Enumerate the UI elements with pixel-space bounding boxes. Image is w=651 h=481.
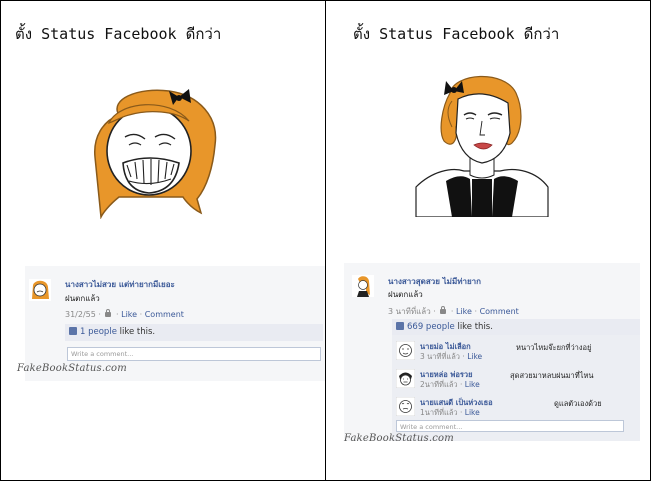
comment-input[interactable]: Write a comment... <box>67 347 321 361</box>
post-meta: 31/2/55 · · Like · Comment <box>65 309 184 319</box>
post-meta: 3 นาทีที่แล้ว · · Like · Comment <box>388 306 519 316</box>
comment-time: 1นาทีที่แล้ว <box>420 408 458 417</box>
panel-title: ตั้ง Status Facebook ดีกว่า <box>15 25 222 43</box>
likes-summary: 669 people like this. <box>392 319 640 335</box>
thumbs-up-icon <box>396 322 404 330</box>
comment-text: ดูแลตัวเองด้วย <box>554 399 602 408</box>
avatar[interactable] <box>29 279 51 301</box>
likes-suffix: like this. <box>457 322 493 332</box>
comment-like-link[interactable]: Like <box>465 380 480 389</box>
comment-item: นายม่อ ไม่เลือก 3 นาทีที่แล้ว · Like หนา… <box>392 339 640 363</box>
commenter-avatar[interactable] <box>396 397 415 416</box>
commenter-avatar[interactable] <box>396 369 415 388</box>
comment-meta: 1นาทีที่แล้ว · Like <box>420 408 480 417</box>
comment-like-link[interactable]: Like <box>467 352 482 361</box>
lock-icon <box>105 309 112 317</box>
rage-face-illustration <box>94 89 217 219</box>
watermark: FakeBookStatus.com <box>344 433 454 444</box>
likes-count[interactable]: 669 people <box>407 322 455 332</box>
comment-text: หนาวไหมจ๊ะยกที่ว่างอยู่ <box>516 343 592 352</box>
avatar[interactable] <box>352 275 374 297</box>
commenter-avatar[interactable] <box>396 341 415 360</box>
facebook-post-card: นางสาวสุดสวย ไม่มีท่ายาก ฝนตกแล้ว 3 นาที… <box>344 263 640 441</box>
comment-item: นายหล่อ พ่อรวย 2นาทีที่แล้ว · Like สุดสว… <box>392 367 640 391</box>
post-date: 3 นาทีที่แล้ว <box>388 307 431 316</box>
watermark: FakeBookStatus.com <box>17 363 127 374</box>
comment-time: 3 นาทีที่แล้ว <box>420 352 461 361</box>
like-link[interactable]: Like <box>121 310 137 319</box>
comment-time: 2นาทีที่แล้ว <box>420 380 458 389</box>
woman-illustration <box>415 75 549 217</box>
comment-meta: 2นาทีที่แล้ว · Like <box>420 380 480 389</box>
left-panel: ตั้ง Status Facebook ดีกว่า นางสาวไม่สวย… <box>1 1 325 480</box>
comment-link[interactable]: Comment <box>145 310 184 319</box>
comment-item: นายแสนดี เป็นห่วงเธอ 1นาทีที่แล้ว · Like… <box>392 395 640 419</box>
comment-link[interactable]: Comment <box>480 307 519 316</box>
likes-summary: 1 people like this. <box>65 324 323 341</box>
comment-meta: 3 นาทีที่แล้ว · Like <box>420 352 483 361</box>
likes-count[interactable]: 1 people <box>80 327 117 337</box>
lock-icon <box>440 306 447 314</box>
post-status-text: ฝนตกแล้ว <box>65 294 100 303</box>
post-author-name[interactable]: นางสาวสุดสวย ไม่มีท่ายาก <box>388 275 481 288</box>
comment-text: สุดสวยมาหลบฝนมาที่ไหน <box>510 371 594 380</box>
post-date: 31/2/55 <box>65 310 96 319</box>
comment-like-link[interactable]: Like <box>465 408 480 417</box>
post-status-text: ฝนตกแล้ว <box>388 290 423 299</box>
like-link[interactable]: Like <box>456 307 472 316</box>
post-author-name[interactable]: นางสาวไม่สวย แต่ท่ายากมีเยอะ <box>65 278 175 291</box>
right-panel: ตั้ง Status Facebook ดีกว่า นางสาวสุดสวย… <box>326 1 650 480</box>
panel-title: ตั้ง Status Facebook ดีกว่า <box>353 25 560 43</box>
thumbs-up-icon <box>69 327 77 335</box>
likes-suffix: like this. <box>119 327 156 337</box>
comment-input[interactable]: Write a comment... <box>396 420 624 432</box>
